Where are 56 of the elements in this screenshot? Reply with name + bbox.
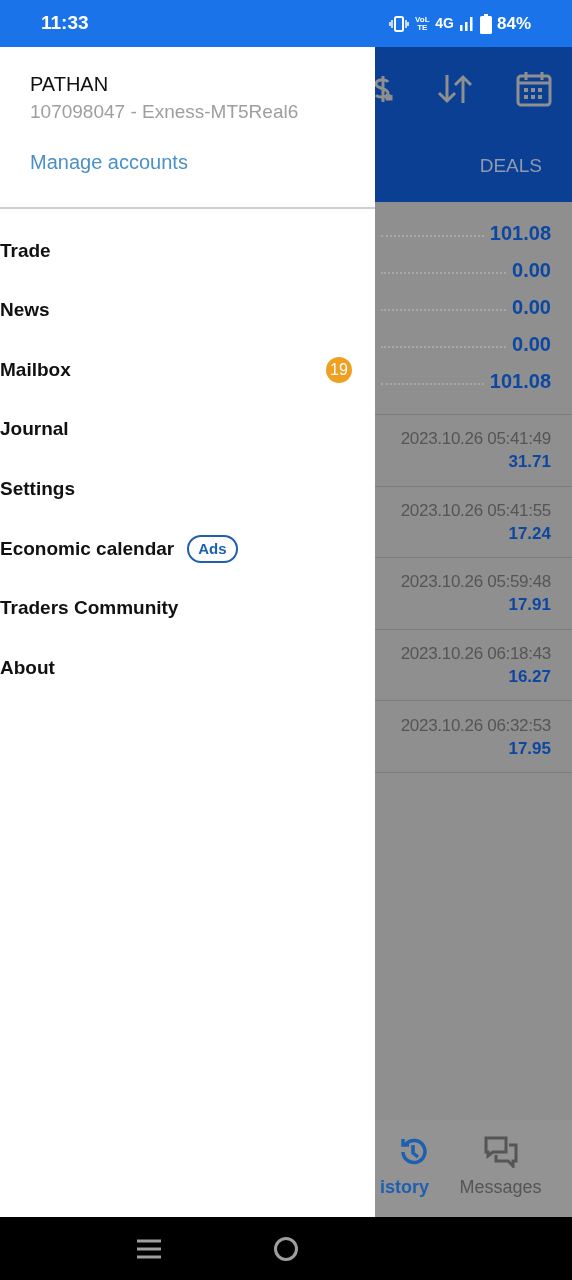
- deal-time: 2023.10.26 05:59:48: [400, 571, 551, 594]
- count-badge: 19: [326, 357, 352, 383]
- menu-item[interactable]: Journal: [0, 399, 375, 460]
- summary-value: 0.00: [512, 257, 551, 283]
- menu-item[interactable]: News: [0, 280, 375, 341]
- summary-value: 0.00: [512, 332, 551, 358]
- network-type: 4G: [435, 14, 454, 33]
- menu-item-label: Traders Community: [0, 596, 179, 621]
- deal-time: 2023.10.26 05:41:49: [400, 428, 551, 451]
- sort-arrows-icon[interactable]: [436, 73, 473, 105]
- menu-item[interactable]: About: [0, 638, 375, 698]
- deal-profit: 17.91: [508, 594, 551, 617]
- deal-time: 2023.10.26 06:32:53: [400, 714, 551, 737]
- signal-icon: [458, 15, 475, 32]
- summary-value: 101.08: [489, 369, 551, 395]
- menu-item-label: Trade: [0, 238, 51, 263]
- deal-row[interactable]: 2023.10.26 06:32:53 17.95: [375, 701, 572, 773]
- deal-profit: 17.24: [508, 522, 551, 545]
- vibrate-icon: [389, 15, 410, 32]
- deal-profit: 31.71: [508, 451, 551, 474]
- deal-profit: 17.95: [508, 737, 551, 760]
- menu-item-label: About: [0, 655, 55, 680]
- menu-item-label: Economic calendar: [0, 536, 175, 561]
- deal-row[interactable]: 2023.10.26 05:41:49 31.71: [375, 414, 572, 487]
- deal-row[interactable]: 2023.10.26 05:41:55 17.24: [375, 486, 572, 559]
- menu-item-label: News: [0, 298, 50, 323]
- menu-item[interactable]: Trade: [0, 221, 375, 281]
- menu-icon[interactable]: [134, 1237, 163, 1260]
- chat-bubbles-icon: [482, 1136, 519, 1168]
- home-icon[interactable]: [272, 1234, 300, 1263]
- battery-percent: 84%: [496, 12, 531, 35]
- battery-icon: [479, 13, 492, 34]
- deals-tab[interactable]: DEALS: [479, 152, 542, 181]
- deal-time: 2023.10.26 06:18:43: [400, 643, 551, 665]
- summary-value: 101.08: [489, 220, 551, 246]
- summary-value: 0.00: [512, 294, 551, 320]
- clock-time: 11:33: [41, 11, 89, 36]
- menu-item[interactable]: Traders Community: [0, 578, 375, 639]
- menu-item-label: Journal: [0, 417, 69, 442]
- nav-tab[interactable]: Messages: [429, 1136, 572, 1201]
- calendar-icon[interactable]: [516, 71, 552, 107]
- ads-tag: Ads: [187, 534, 238, 563]
- menu-item-label: Settings: [0, 476, 75, 501]
- account-info: 107098047 - Exness-MT5Real6: [30, 100, 300, 124]
- menu-item[interactable]: Mailbox 19: [0, 340, 375, 400]
- menu-item[interactable]: Settings: [0, 459, 375, 519]
- deal-profit: 16.27: [508, 666, 551, 688]
- menu-item[interactable]: Economic calendar Ads: [0, 518, 375, 579]
- nav-tab[interactable]: istory: [375, 1136, 429, 1201]
- volte-label: VoLTE: [414, 15, 431, 32]
- deal-row[interactable]: 2023.10.26 05:59:48 17.91: [375, 558, 572, 630]
- deal-row[interactable]: 2023.10.26 06:18:43 16.27: [375, 629, 572, 702]
- menu-item-label: Mailbox: [0, 357, 71, 382]
- manage-accounts-link[interactable]: Manage accounts: [30, 149, 188, 175]
- deal-time: 2023.10.26 05:41:55: [400, 499, 551, 522]
- account-name: PATHAN: [30, 72, 110, 97]
